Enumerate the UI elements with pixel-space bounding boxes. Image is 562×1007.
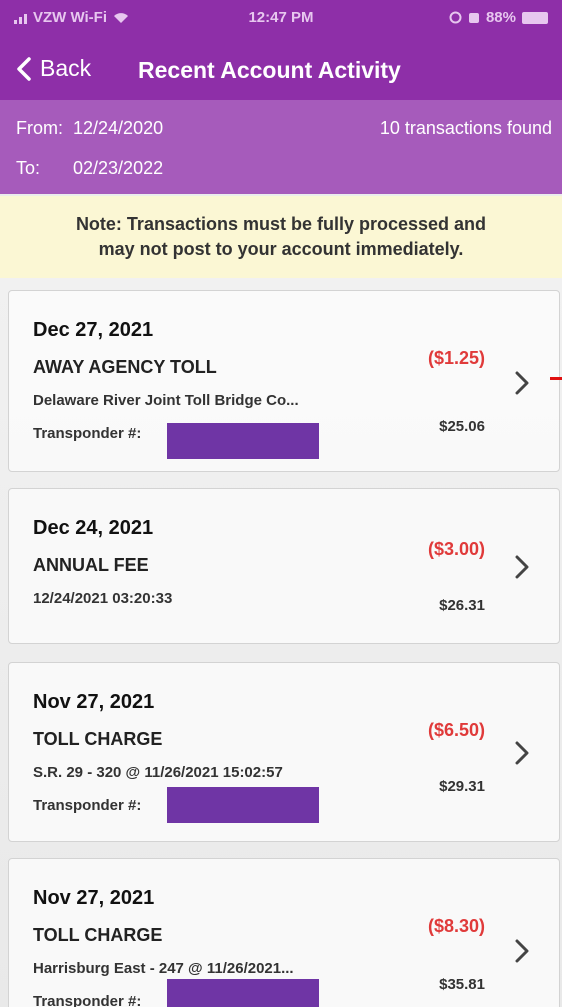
annotation-mark [550,377,562,380]
transponder-label: Transponder #: [33,425,142,442]
processing-note: Note: Transactions must be fully process… [0,196,562,278]
transaction-amount: ($8.30) [427,916,485,936]
status-bar: VZW Wi-Fi 12:47 PM 88% [0,0,562,38]
note-line-1: Note: Transactions must be fully process… [75,214,487,234]
page-title: Recent Account Activity [138,57,401,83]
alarm-icon [468,13,479,23]
back-button[interactable]: Back [16,55,91,82]
transaction-amount: ($3.00) [427,539,485,559]
transaction-detail: S.R. 29 - 320 @ 11/26/2021 15:02:57 [33,764,283,781]
transaction-detail: Delaware River Joint Toll Bridge Co... [33,392,299,409]
transaction-date: Nov 27, 2021 [33,887,155,909]
chevron-right-icon [515,939,529,963]
transaction-type: AWAY AGENCY TOLL [33,357,217,377]
to-row: To: 02/23/2022 [16,158,163,179]
battery-percent: 88% [485,9,516,26]
transaction-type: TOLL CHARGE [33,925,163,945]
chevron-right-icon [515,555,529,579]
transaction-amount: ($6.50) [427,720,485,740]
transaction-card[interactable]: Dec 24, 2021 ANNUAL FEE 12/24/2021 03:20… [8,488,560,644]
to-label: To: [16,158,41,178]
redacted-transponder [167,979,319,1007]
redacted-transponder [167,787,319,823]
transponder-label: Transponder #: [33,993,142,1007]
date-range-bar: From: 12/24/2020 To: 02/23/2022 10 trans… [0,100,562,194]
transaction-type: TOLL CHARGE [33,729,163,749]
redacted-transponder [167,423,319,459]
from-date: 12/24/2020 [73,118,164,138]
chevron-right-icon [515,371,529,395]
transaction-date: Dec 24, 2021 [33,517,154,539]
from-label: From: [16,118,63,138]
back-label: Back [40,55,92,81]
chevron-right-icon [515,741,529,765]
running-balance: $35.81 [439,976,485,993]
transaction-type: ANNUAL FEE [33,555,149,575]
running-balance: $25.06 [439,418,485,435]
note-line-2: may not post to your account immediately… [98,239,464,259]
transaction-count: 10 transactions found [379,118,552,138]
transaction-card[interactable]: Nov 27, 2021 TOLL CHARGE Harrisburg East… [8,858,560,1007]
transaction-card[interactable]: Dec 27, 2021 AWAY AGENCY TOLL Delaware R… [8,290,560,472]
transaction-list[interactable]: Dec 27, 2021 AWAY AGENCY TOLL Delaware R… [0,278,562,1007]
running-balance: $26.31 [439,597,485,614]
transaction-date: Nov 27, 2021 [33,691,155,713]
running-balance: $29.31 [439,778,485,795]
transaction-date: Dec 27, 2021 [33,319,154,341]
transaction-detail: 12/24/2021 03:20:33 [33,590,173,607]
transponder-label: Transponder #: [33,797,142,814]
location-icon [449,11,462,24]
transaction-card[interactable]: Nov 27, 2021 TOLL CHARGE S.R. 29 - 320 @… [8,662,560,842]
transaction-amount: ($1.25) [427,348,485,368]
nav-bar: Back Recent Account Activity [0,38,562,100]
battery-icon [522,11,548,24]
transaction-detail: Harrisburg East - 247 @ 11/26/2021... [33,960,294,977]
from-row: From: 12/24/2020 [16,118,163,139]
to-date: 02/23/2022 [73,158,164,178]
chevron-left-icon [17,56,31,81]
